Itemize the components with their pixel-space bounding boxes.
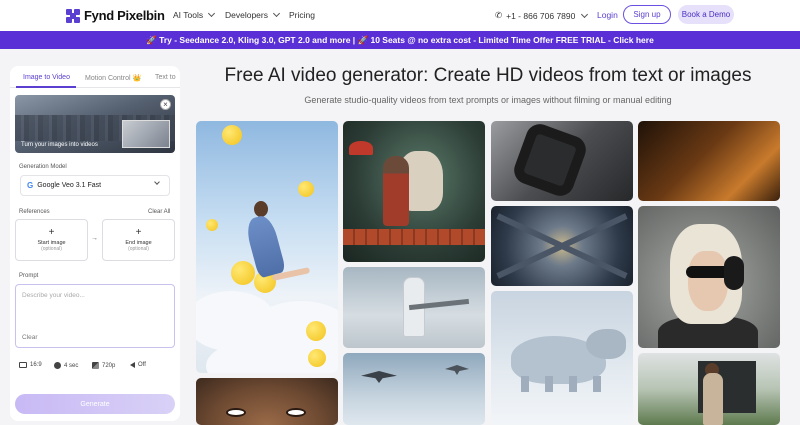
plus-icon: +	[48, 227, 55, 238]
aspect-ratio-icon	[19, 362, 27, 368]
tab-image-to-video[interactable]: Image to Video	[23, 74, 70, 81]
gallery-tile-lemon-woman[interactable]	[196, 121, 338, 373]
nav-pricing[interactable]: Pricing	[289, 10, 315, 20]
chevron-down-icon	[154, 179, 160, 185]
google-icon: G	[27, 181, 34, 190]
clock-icon	[54, 362, 61, 369]
brand-logo[interactable]: Fynd Pixelbin	[66, 8, 165, 23]
audio-option[interactable]: Off	[130, 362, 146, 368]
duration-option[interactable]: 4 sec	[54, 362, 78, 369]
aspect-ratio-value: 16:9	[30, 362, 42, 368]
gallery-tile-dragons[interactable]	[343, 353, 485, 425]
speaker-icon	[130, 362, 135, 368]
nav-developers-label: Developers	[225, 10, 268, 20]
references-label: References	[19, 209, 50, 215]
nav-ai-tools-label: AI Tools	[173, 10, 204, 20]
top-nav: Fynd Pixelbin AI Tools Developers Pricin…	[0, 0, 800, 31]
phone-link[interactable]: ✆ +1 - 866 706 7890	[495, 10, 589, 21]
nav-developers[interactable]: Developers	[225, 9, 281, 20]
gallery-tile-wolf[interactable]	[491, 291, 633, 425]
nav-pricing-label: Pricing	[289, 10, 315, 20]
generate-button[interactable]: Generate	[15, 394, 175, 414]
gallery-tile-watch[interactable]	[491, 121, 633, 201]
chevron-down-icon	[581, 10, 589, 18]
phone-number: +1 - 866 706 7890	[506, 10, 576, 21]
resolution-icon	[92, 362, 99, 369]
end-image-optional: (optional)	[128, 246, 149, 252]
promo-banner[interactable]: 🚀 Try - Seedance 2.0, Kling 3.0, GPT 2.0…	[0, 31, 800, 49]
gallery-tile-city[interactable]	[491, 206, 633, 286]
preview-thumbnail	[122, 120, 170, 148]
end-image-upload[interactable]: + End image (optional)	[102, 219, 175, 261]
prompt-input[interactable]: Describe your video... Clear	[15, 284, 175, 348]
arrow-right-icon: →	[91, 235, 98, 242]
gallery-tile-headphones-woman[interactable]	[638, 206, 780, 348]
tab-motion-control[interactable]: Motion Control 👑	[85, 74, 141, 82]
prompt-placeholder: Describe your video...	[22, 292, 85, 299]
gallery-tile-man[interactable]	[638, 353, 780, 425]
tab-text-to-video[interactable]: Text to	[155, 74, 176, 81]
resolution-value: 720p	[102, 362, 116, 369]
prompt-label: Prompt	[19, 273, 39, 279]
book-demo-button[interactable]: Book a Demo	[678, 5, 734, 24]
audio-value: Off	[138, 362, 146, 368]
generation-model-label: Generation Model	[19, 164, 67, 170]
start-image-upload[interactable]: + Start image (optional)	[15, 219, 88, 261]
aspect-ratio-option[interactable]: 16:9	[19, 362, 42, 368]
hero-preview: Turn your images into videos ×	[15, 95, 175, 153]
page-subtitle: Generate studio-quality videos from text…	[304, 95, 672, 105]
gallery-tile-coat[interactable]	[638, 121, 780, 201]
nav-ai-tools[interactable]: AI Tools	[173, 9, 216, 20]
brand-name: Fynd Pixelbin	[84, 8, 165, 23]
active-tab-indicator	[16, 86, 76, 88]
tab-bar: Image to Video Motion Control 👑 Text to	[10, 66, 180, 88]
chevron-down-icon	[272, 9, 281, 18]
start-image-optional: (optional)	[41, 246, 62, 252]
close-icon[interactable]: ×	[160, 99, 171, 110]
clear-all-button[interactable]: Clear All	[148, 209, 170, 215]
gallery-tile-robot[interactable]	[343, 267, 485, 348]
resolution-option[interactable]: 720p	[92, 362, 115, 369]
gallery-tile-face[interactable]	[196, 378, 338, 425]
plus-icon: +	[135, 227, 142, 238]
options-row: 16:9 4 sec 720p Off	[19, 362, 174, 372]
model-select[interactable]: G Google Veo 3.1 Fast	[20, 175, 170, 196]
phone-icon: ✆	[495, 10, 503, 20]
generator-panel: Image to Video Motion Control 👑 Text to …	[10, 66, 180, 421]
chevron-down-icon	[208, 9, 216, 18]
promo-text: 🚀 Try - Seedance 2.0, Kling 3.0, GPT 2.0…	[146, 34, 654, 45]
duration-value: 4 sec	[64, 362, 79, 369]
gallery-tile-creature[interactable]	[343, 121, 485, 262]
model-value: Google Veo 3.1 Fast	[37, 182, 102, 189]
page-title: Free AI video generator: Create HD video…	[224, 65, 752, 86]
logo-icon	[66, 8, 80, 23]
signup-button[interactable]: Sign up	[623, 5, 671, 24]
prompt-clear-button[interactable]: Clear	[22, 334, 38, 341]
login-link[interactable]: Login	[597, 10, 618, 20]
hero-caption: Turn your images into videos	[21, 142, 98, 148]
